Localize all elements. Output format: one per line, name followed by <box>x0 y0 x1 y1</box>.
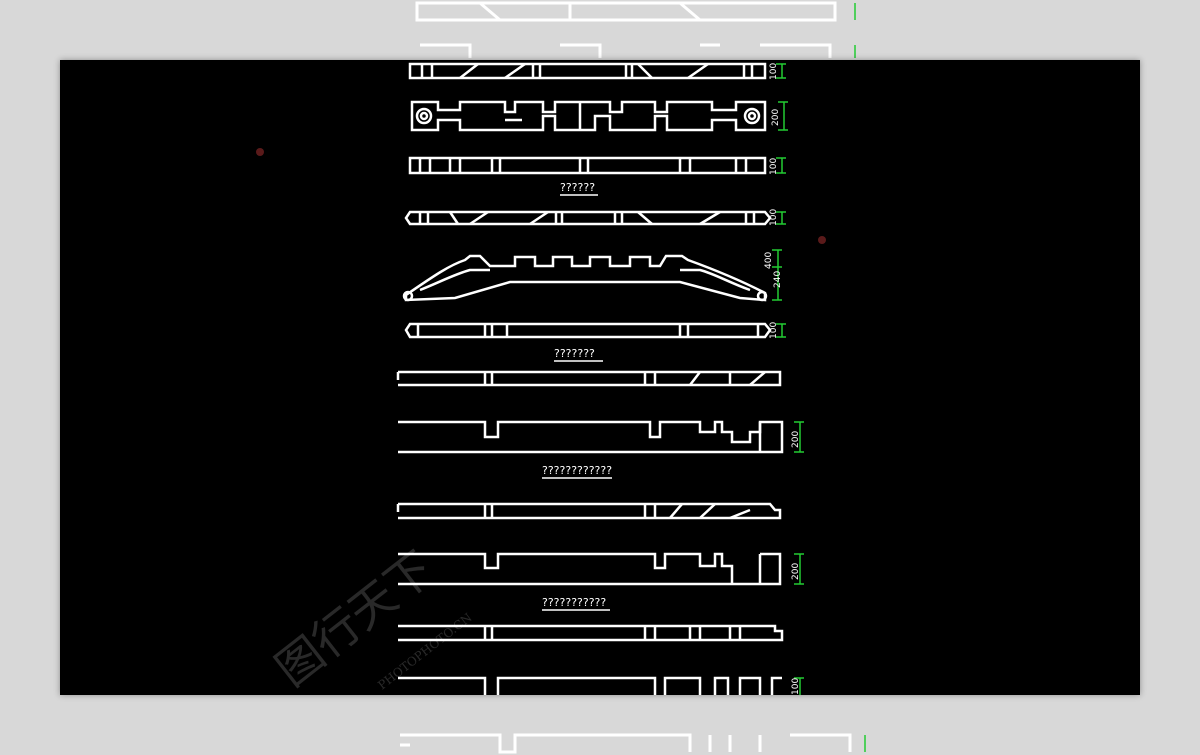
section-captions: ?????? ??????? ???????????? ??????????? <box>542 181 612 611</box>
section-label-3: ???????????? <box>542 464 612 477</box>
section-ornate-beam <box>410 100 767 132</box>
section-label-2: ??????? <box>554 347 595 360</box>
red-marks <box>256 148 826 244</box>
dim-label-6: 240 <box>773 271 783 288</box>
watermark-logo: 图行天下 <box>266 541 444 695</box>
section-beam-2 <box>396 502 782 520</box>
dim-label-7: 100 <box>769 322 779 339</box>
dim-label-2: 200 <box>771 109 781 126</box>
cad-drawing-canvas: 100 200 100 100 400 240 100 200 200 100 … <box>60 60 1140 695</box>
section-plank-braced-2 <box>404 210 772 226</box>
cad-drawing: 100 200 100 100 400 240 100 200 200 100 … <box>256 62 826 695</box>
dim-label-10: 100 <box>791 678 801 695</box>
section-label-1: ?????? <box>560 181 595 194</box>
section-beam-notched-1 <box>398 420 784 454</box>
dim-label-9: 200 <box>791 563 801 580</box>
dim-label-8: 200 <box>791 431 801 448</box>
dim-label-5: 400 <box>764 252 774 269</box>
section-arched-roof <box>402 254 768 302</box>
dim-label-3: 100 <box>769 158 779 175</box>
section-plank-braced-1 <box>408 62 767 80</box>
section-beam-notched-3 <box>398 676 782 695</box>
section-plank-plain-2 <box>404 322 772 339</box>
section-plank-plain-1 <box>408 156 767 175</box>
section-beam-notched-2 <box>398 552 782 586</box>
watermark: 图行天下 PHOTOPHOTO.CN <box>266 541 475 695</box>
section-label-4: ??????????? <box>542 596 606 609</box>
dim-label-1: 100 <box>769 63 779 80</box>
section-beam-1 <box>396 370 782 387</box>
dim-label-4: 100 <box>769 209 779 226</box>
